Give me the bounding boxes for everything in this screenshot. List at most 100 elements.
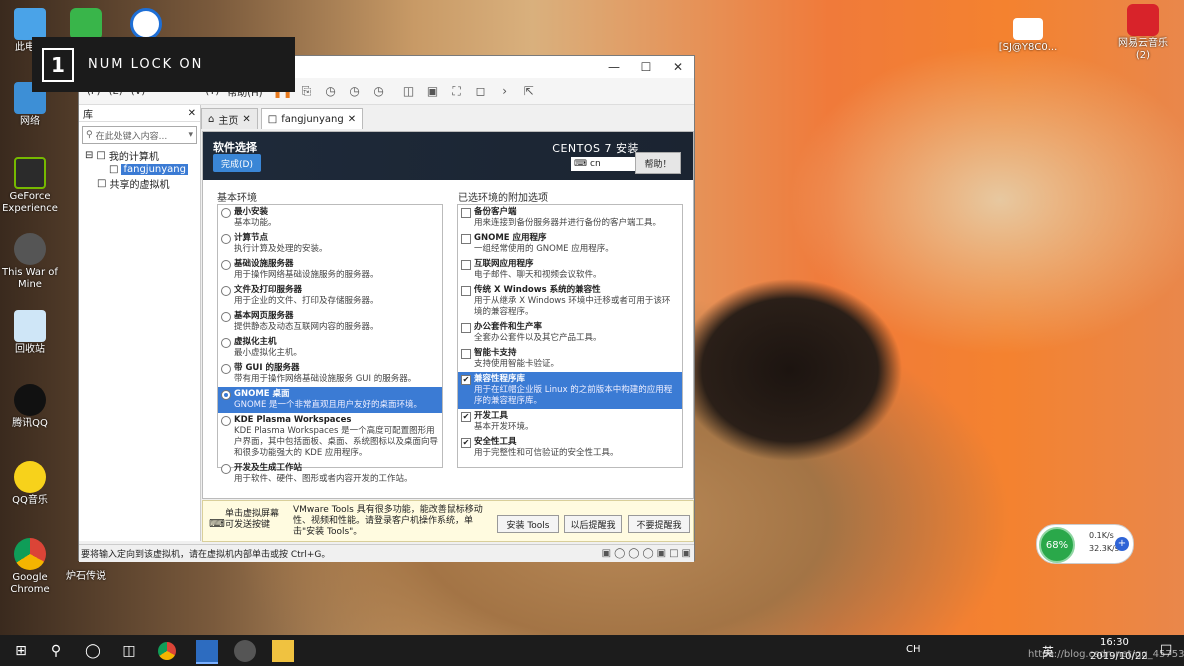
terminal-icon[interactable]: ›	[495, 81, 515, 101]
search-icon[interactable]: ⚲	[45, 640, 67, 662]
base-env-option[interactable]: 开发及生成工作站 用于软件、硬件、图形或者内容开发的工作站。	[218, 461, 442, 487]
base-env-option[interactable]: 带 GUI 的服务器 带有用于操作网络基础设施服务 GUI 的服务器。	[218, 361, 442, 387]
tab-fangjunyang[interactable]: □ fangjunyang ✕	[260, 108, 364, 129]
install-tools-button[interactable]: 安装 Tools	[497, 515, 559, 533]
radio-button[interactable]	[221, 312, 231, 322]
vmware-window[interactable]: station — ☐ ✕ (F) (E) (V) (T) 帮助(H) ❚❚ ⎘…	[78, 55, 695, 562]
checkbox[interactable]: ✔	[461, 375, 471, 385]
unity-icon[interactable]: ◻	[471, 81, 491, 101]
radio-button[interactable]	[221, 234, 231, 244]
chrome-taskbar-icon[interactable]	[158, 642, 176, 660]
revert-snapshot-icon[interactable]: ◷	[345, 81, 365, 101]
radio-button[interactable]	[221, 364, 231, 374]
close-tab-icon[interactable]: ✕	[242, 114, 250, 125]
desktop-icon-qq-music[interactable]: QQ音乐	[0, 461, 60, 507]
checkbox[interactable]	[461, 208, 471, 218]
desktop-icon-file[interactable]: [SJ@Y8C0...	[996, 18, 1060, 54]
fullscreen-icon[interactable]: ⛶	[447, 81, 467, 101]
console-view-icon[interactable]: ▣	[423, 81, 443, 101]
addon-option[interactable]: 传统 X Windows 系统的兼容性 用于从继承 X Windows 环境中迁移…	[458, 283, 682, 320]
radio-button[interactable]	[221, 464, 231, 474]
option-title: 安全性工具	[474, 437, 517, 447]
checkbox[interactable]	[461, 323, 471, 333]
centos-installer[interactable]: 软件选择 完成(D) CENTOS 7 安装 ⌨ cn 帮助！ 基本环境 已选环境…	[202, 131, 694, 499]
addon-option[interactable]: ✔ 兼容性程序库 用于在红帽企业版 Linux 的之前版本中构建的应用程序的兼容程序…	[458, 372, 682, 409]
addon-option[interactable]: ✔ 安全性工具 用于完整性和可信验证的安全性工具。	[458, 435, 682, 461]
desktop-icon-recycle-bin[interactable]: 回收站	[0, 310, 60, 356]
geforce-icon	[14, 157, 46, 189]
library-close-icon[interactable]: ✕	[188, 108, 196, 119]
minimize-button[interactable]: —	[598, 56, 630, 78]
desktop-icon-qq[interactable]: 腾讯QQ	[0, 384, 60, 430]
keyboard-label: cn	[590, 159, 601, 169]
cortana-icon[interactable]: ◯	[82, 640, 104, 662]
base-env-option[interactable]: GNOME 桌面 GNOME 是一个非常直观且用户友好的桌面环境。	[218, 387, 442, 413]
option-title: 最小安装	[234, 207, 269, 217]
vmware-taskbar-icon[interactable]	[196, 640, 218, 664]
collapse-icon[interactable]: ⊟	[85, 150, 93, 161]
base-env-option[interactable]: 虚拟化主机 最小虚拟化主机。	[218, 335, 442, 361]
addon-option[interactable]: 办公套件和生产率 全套办公套件以及其它产品工具。	[458, 320, 682, 346]
network-speed-widget[interactable]: 68% 0.1K/s 32.3K/s +	[1036, 524, 1134, 564]
remind-later-button[interactable]: 以后提醒我	[564, 515, 622, 533]
snapshot-manager-icon[interactable]: ◷	[369, 81, 389, 101]
help-button[interactable]: 帮助！	[635, 152, 681, 174]
checkbox[interactable]	[461, 349, 471, 359]
tree-shared-vms[interactable]: □ 共享的虚拟机	[79, 176, 200, 191]
option-desc: 用于在红帽企业版 Linux 的之前版本中构建的应用程序的兼容程序库。	[474, 385, 673, 406]
desktop-icon-this-war-of-mine[interactable]: This War of Mine	[0, 233, 60, 291]
addon-option[interactable]: GNOME 应用程序 一组经常使用的 GNOME 应用程序。	[458, 231, 682, 257]
checkbox[interactable]: ✔	[461, 412, 471, 422]
addon-option[interactable]: 互联网应用程序 电子邮件、聊天和视频会议软件。	[458, 257, 682, 283]
tree-vm-fangjunyang[interactable]: □ fangjunyang	[79, 162, 200, 176]
radio-button[interactable]	[221, 390, 231, 400]
checkbox[interactable]	[461, 234, 471, 244]
photo-taskbar-icon[interactable]	[234, 640, 256, 662]
addon-option[interactable]: 备份客户端 用来连接到备份服务器并进行备份的客户端工具。	[458, 205, 682, 231]
radio-button[interactable]	[221, 208, 231, 218]
option-title: 办公套件和生产率	[474, 322, 543, 332]
file-explorer-icon[interactable]	[272, 640, 294, 662]
addons-list[interactable]: 备份客户端 用来连接到备份服务器并进行备份的客户端工具。 GNOME 应用程序 一组经…	[457, 204, 683, 468]
base-env-list[interactable]: 最小安装 基本功能。 计算节点 执行计算及处理的安装。 基础设施服务器 用于操作网络基础设…	[217, 204, 443, 484]
stretch-icon[interactable]: ⇱	[519, 81, 539, 101]
radio-button[interactable]	[221, 286, 231, 296]
maximize-button[interactable]: ☐	[630, 56, 662, 78]
desktop-icon-netease[interactable]: 网易云音乐 (2)	[1110, 4, 1176, 62]
base-env-option[interactable]: 文件及打印服务器 用于企业的文件、打印及存储服务器。	[218, 283, 442, 309]
radio-button[interactable]	[221, 416, 231, 426]
tab-home[interactable]: ⌂ 主页 ✕	[201, 108, 258, 129]
device-status-icons[interactable]: ▣◯◯◯▣□▣	[602, 548, 694, 559]
base-env-option[interactable]: 基础设施服务器 用于操作网络基础设施服务的服务器。	[218, 257, 442, 283]
desktop-icon-geforce[interactable]: GeForce Experience	[0, 157, 60, 215]
library-search-input[interactable]: ⚲ 在此处键入内容... ▾	[82, 126, 197, 144]
windows-start-icon[interactable]: ⊞	[10, 640, 32, 662]
tree-my-computer[interactable]: ⊟ □ 我的计算机	[79, 148, 200, 163]
radio-button[interactable]	[221, 260, 231, 270]
sidebar-view-icon[interactable]: ◫	[399, 81, 419, 101]
radio-button[interactable]	[221, 338, 231, 348]
close-button[interactable]: ✕	[662, 56, 694, 78]
snapshot-icon[interactable]: ◷	[321, 81, 341, 101]
base-env-option[interactable]: 最小安装 基本功能。	[218, 205, 442, 231]
base-env-option[interactable]: KDE Plasma Workspaces KDE Plasma Workspac…	[218, 413, 442, 461]
addon-option[interactable]: ✔ 开发工具 基本开发环境。	[458, 409, 682, 435]
addon-option[interactable]: 智能卡支持 支持使用智能卡验证。	[458, 346, 682, 372]
base-env-option[interactable]: 计算节点 执行计算及处理的安装。	[218, 231, 442, 257]
checkbox[interactable]: ✔	[461, 438, 471, 448]
send-keys-icon[interactable]: ⎘	[297, 81, 317, 101]
notification-icon[interactable]: □	[1160, 642, 1172, 657]
never-remind-button[interactable]: 不要提醒我	[628, 515, 690, 533]
boost-icon[interactable]: +	[1115, 537, 1129, 551]
keyboard-layout[interactable]: ⌨ cn	[571, 157, 637, 171]
ime-indicator[interactable]: CH	[906, 644, 921, 655]
done-button[interactable]: 完成(D)	[213, 154, 261, 172]
close-tab-icon[interactable]: ✕	[348, 114, 356, 125]
base-env-option[interactable]: 基本网页服务器 提供静态及动态互联网内容的服务器。	[218, 309, 442, 335]
checkbox[interactable]	[461, 260, 471, 270]
desktop-icon-chrome[interactable]: Google Chrome	[0, 538, 60, 596]
checkbox[interactable]	[461, 286, 471, 296]
chevron-down-icon[interactable]: ▾	[188, 130, 193, 140]
clock-time[interactable]: 16:30	[1100, 637, 1129, 648]
task-view-icon[interactable]: ◫	[118, 640, 140, 662]
